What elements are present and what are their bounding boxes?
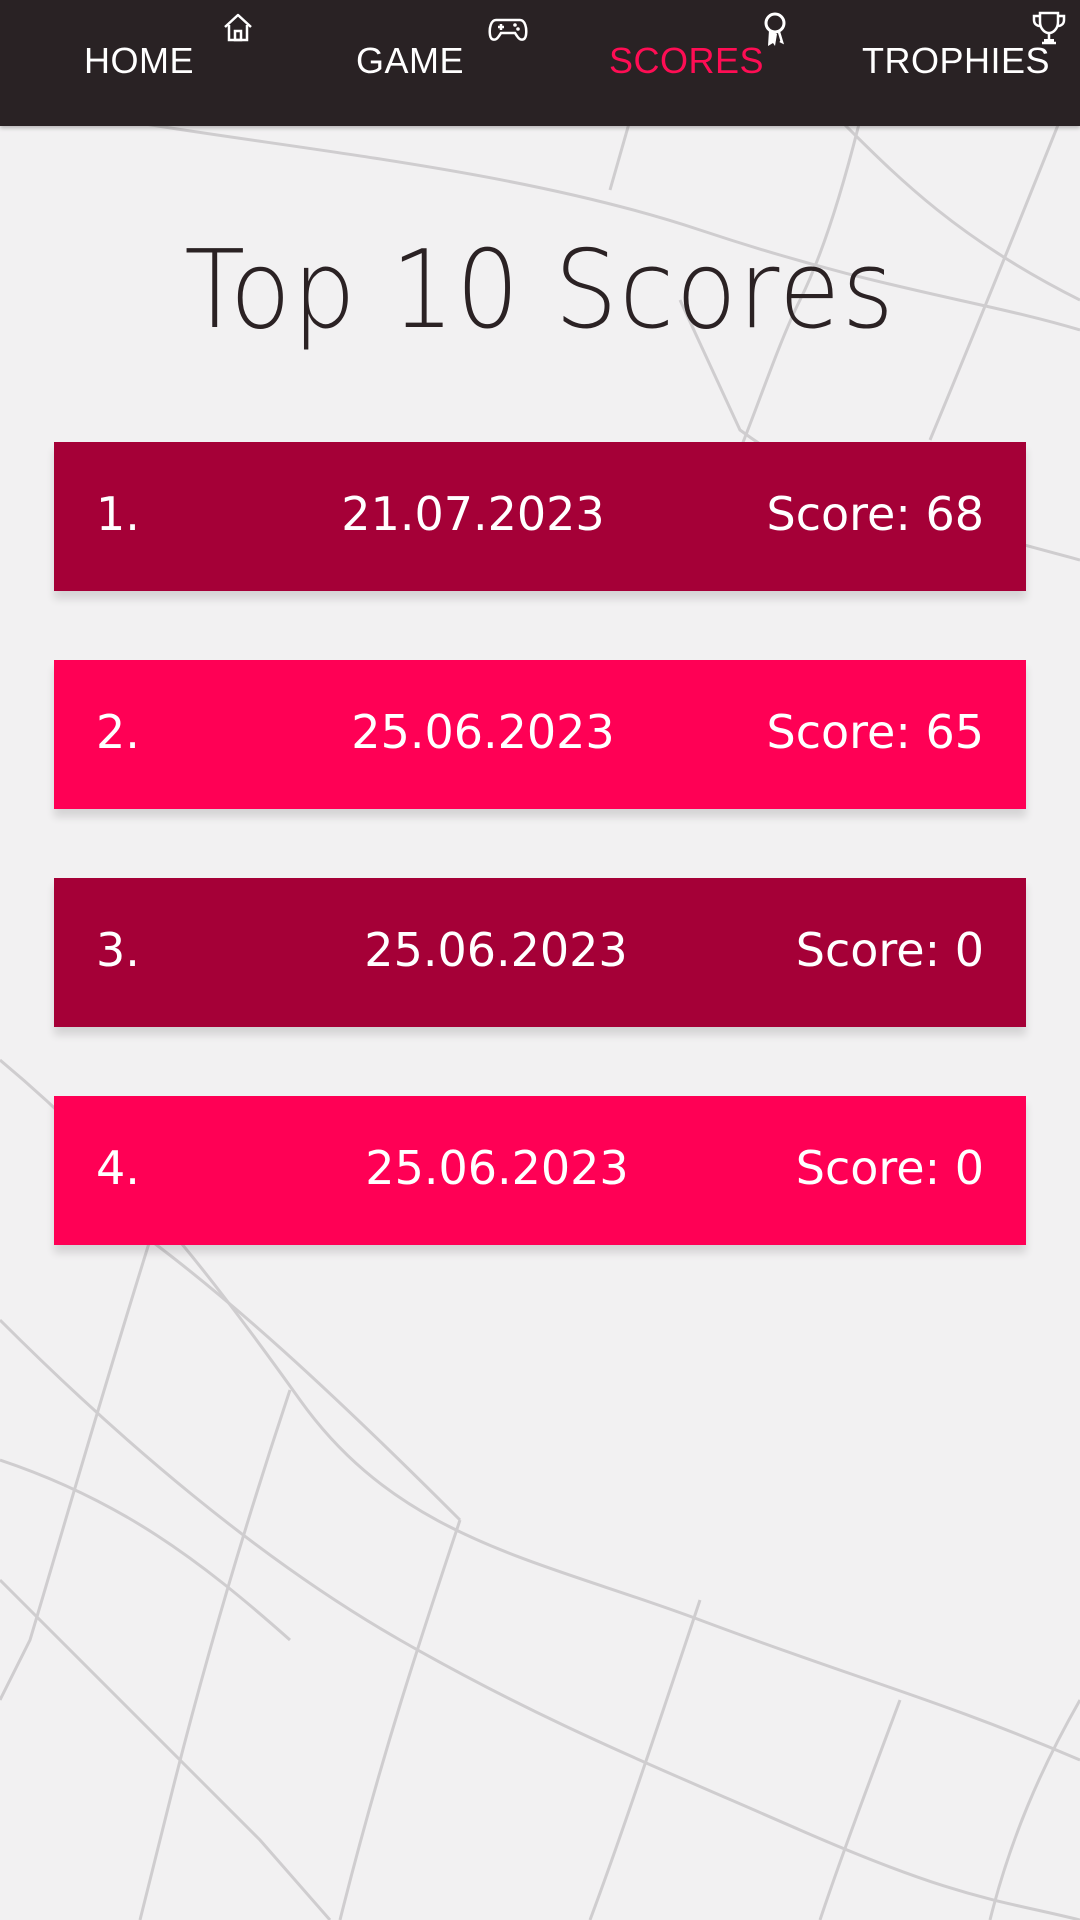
gamepad-icon xyxy=(488,18,528,41)
score-value: Score: 0 xyxy=(795,923,984,977)
trophy-icon xyxy=(1032,11,1066,45)
score-row: 2. 25.06.2023 Score: 65 xyxy=(54,660,1026,809)
nav-tab-scores-label: SCORES xyxy=(609,40,765,81)
home-icon xyxy=(224,13,252,42)
score-value: Score: 65 xyxy=(766,705,985,759)
nav-tab-trophies[interactable]: TROPHIES xyxy=(850,0,1080,126)
score-row: 1. 21.07.2023 Score: 68 xyxy=(54,442,1026,591)
nav-tab-game-label: GAME xyxy=(356,40,465,81)
score-row: 3. 25.06.2023 Score: 0 xyxy=(54,878,1026,1027)
award-icon xyxy=(764,12,786,46)
nav-tab-home-label: HOME xyxy=(84,40,194,81)
nav-tab-trophies-label: TROPHIES xyxy=(862,40,1051,81)
page-title: Top 10 Scores xyxy=(184,228,896,353)
score-row: 4. 25.06.2023 Score: 0 xyxy=(54,1096,1026,1245)
top-navigation-bar: HOME GAME SCORES TROPHIES xyxy=(0,0,1080,126)
nav-tab-scores[interactable]: SCORES xyxy=(600,0,820,126)
scores-list: 1. 21.07.2023 Score: 68 2. 25.06.2023 Sc… xyxy=(54,442,1026,1314)
nav-tab-game[interactable]: GAME xyxy=(340,0,560,126)
nav-tab-home[interactable]: HOME xyxy=(70,0,290,126)
score-value: Score: 68 xyxy=(766,487,985,541)
score-value: Score: 0 xyxy=(795,1141,984,1195)
